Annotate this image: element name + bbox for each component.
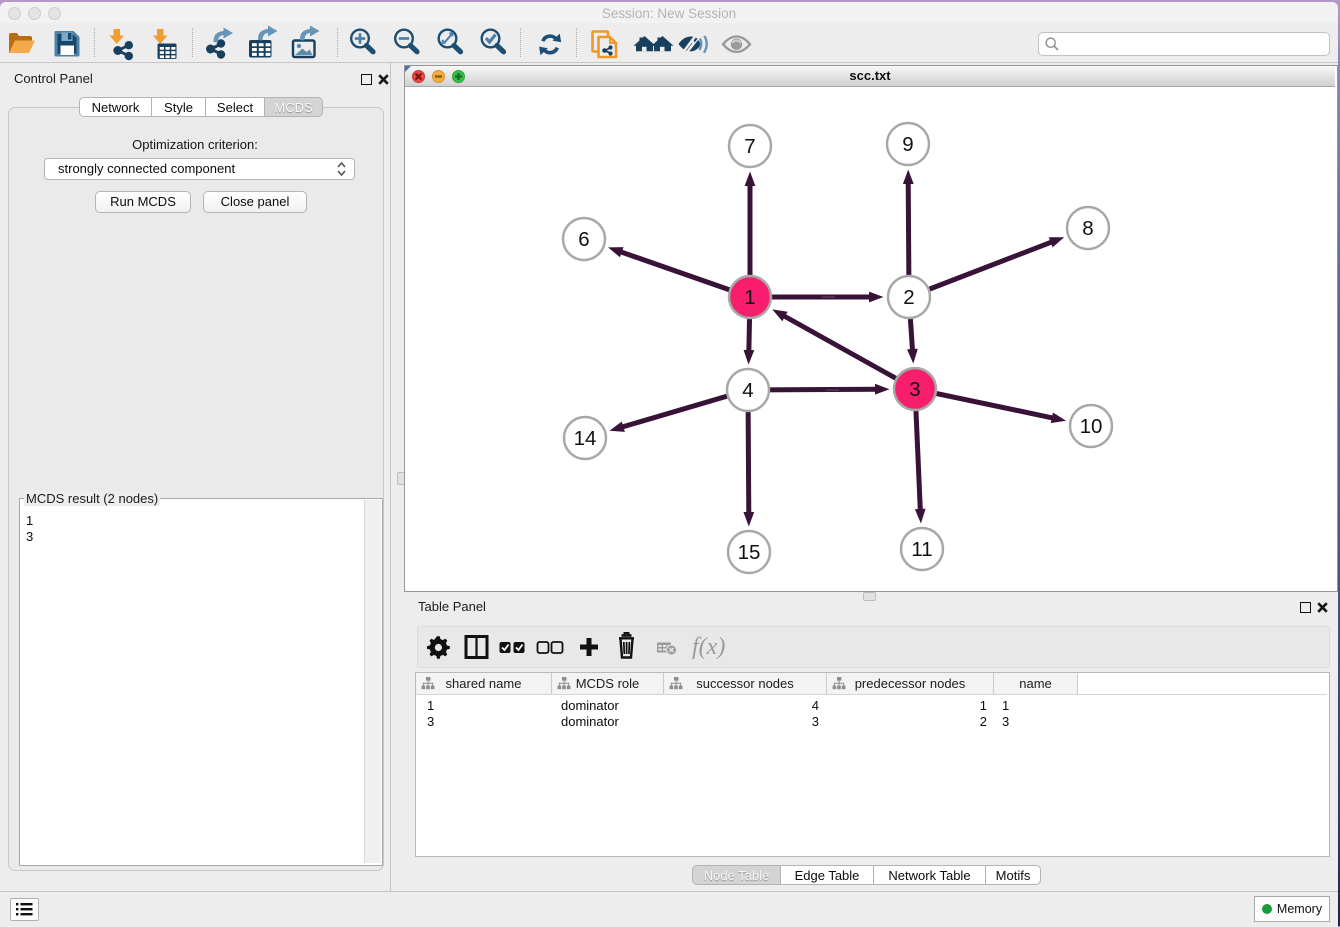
svg-text:4: 4 bbox=[742, 379, 753, 402]
svg-text:2: 2 bbox=[903, 286, 914, 309]
svg-text:9: 9 bbox=[902, 133, 913, 156]
svg-text:7: 7 bbox=[744, 135, 755, 158]
svg-text:1: 1 bbox=[744, 286, 755, 309]
svg-text:14: 14 bbox=[574, 427, 597, 450]
svg-text:15: 15 bbox=[738, 541, 761, 564]
svg-text:3: 3 bbox=[909, 378, 920, 401]
svg-text:6: 6 bbox=[578, 228, 589, 251]
svg-text:f(x): f(x) bbox=[692, 634, 725, 660]
svg-text:10: 10 bbox=[1080, 415, 1103, 438]
svg-text:11: 11 bbox=[911, 538, 932, 561]
svg-text:8: 8 bbox=[1082, 217, 1093, 240]
